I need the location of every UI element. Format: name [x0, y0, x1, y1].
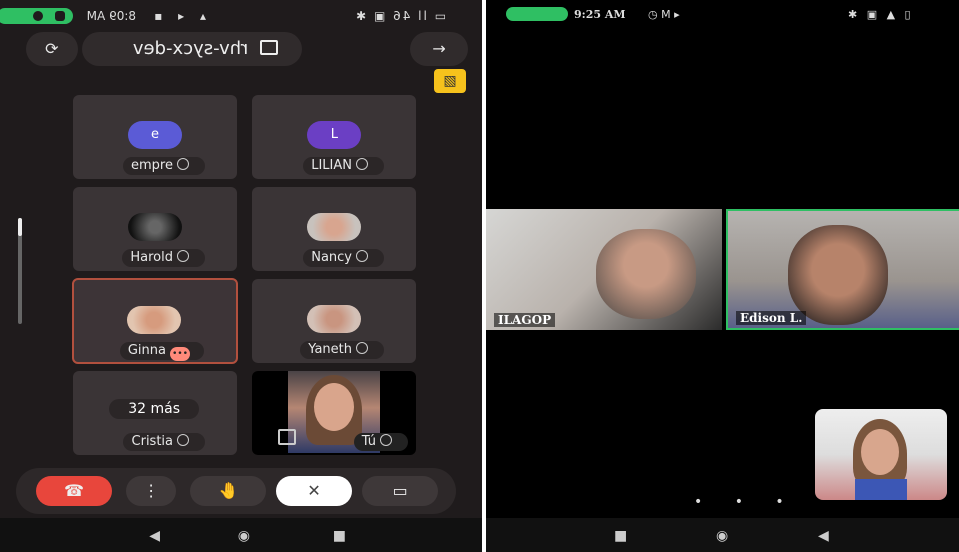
meeting-code-pill[interactable]: rhv-sycx-dev	[82, 32, 302, 66]
left-phone-screen: ▭ ll 46 ▣ ✱ ▴ ◂ ▪ 8:09 AM ⟲ ✱ rhv-sycx-d…	[0, 0, 482, 552]
back-button[interactable]: ←	[410, 32, 468, 66]
status-time: 9:25 AM	[574, 8, 626, 21]
mic-off-icon	[177, 434, 189, 446]
more-count-badge: 32 más	[109, 399, 199, 419]
participant-face	[596, 229, 696, 319]
self-video-preview[interactable]	[815, 409, 947, 500]
avatar	[307, 213, 361, 241]
nav-back-icon[interactable]: ◀	[818, 528, 829, 544]
raise-hand-button[interactable]: ✋	[190, 476, 266, 506]
right-phone-screen: 9:25 AM ◷ M ▸ ✱ ▣ ▲ ▯ ILAGOP Edison L. •…	[486, 0, 959, 552]
mic-icon	[33, 11, 43, 21]
mic-off-icon	[356, 250, 368, 262]
participant-tile[interactable]: Yaneth	[252, 279, 416, 363]
participant-tile-speaking[interactable]: ••• Ginna	[72, 278, 238, 364]
arrow-icon: ←	[432, 39, 446, 58]
participant-label: Tú	[353, 433, 408, 451]
nav-home-icon[interactable]: ◉	[716, 528, 728, 544]
participant-face	[788, 225, 888, 325]
participant-tile[interactable]: Harold	[73, 187, 237, 271]
camera-switch-icon: ⟲	[45, 39, 59, 58]
camera-off-badge[interactable]: ▨	[434, 69, 466, 93]
participant-tile[interactable]: L LILIAN	[252, 95, 416, 179]
navigation-bar: ◀ ◉ ■	[0, 518, 482, 552]
mic-off-icon	[356, 158, 368, 170]
mic-off-icon	[356, 342, 368, 354]
avatar: e	[128, 121, 182, 149]
hand-icon: ✋	[218, 481, 238, 500]
self-video-tile[interactable]: Tú	[252, 371, 416, 455]
call-indicator-pill[interactable]	[506, 7, 568, 21]
participant-video-tile[interactable]: ILAGOP	[486, 209, 722, 330]
participant-label: Nancy	[303, 249, 384, 267]
mic-off-icon	[177, 158, 189, 170]
meeting-icon	[260, 40, 278, 55]
camera-off-icon: ▨	[443, 73, 457, 89]
nav-back-icon[interactable]: ◀	[149, 528, 160, 544]
participant-label: ••• Ginna	[119, 342, 204, 361]
share-screen-button[interactable]: ▭	[362, 476, 438, 506]
participant-label: empre	[122, 157, 205, 175]
meeting-code: rhv-sycx-dev	[132, 38, 249, 59]
phone-icon: ☎	[64, 481, 84, 500]
camera-switch-button[interactable]: ⟲	[26, 32, 78, 66]
status-bar: 9:25 AM ◷ M ▸ ✱ ▣ ▲ ▯	[506, 6, 946, 24]
face	[861, 429, 899, 475]
nav-home-icon[interactable]: ◉	[238, 528, 250, 544]
more-icon: ⋮	[143, 481, 159, 500]
camera-icon	[55, 11, 65, 21]
more-participants-tile[interactable]: 32 más Cristia	[73, 371, 237, 455]
scroll-thumb[interactable]	[18, 218, 22, 236]
status-time: 8:09 AM	[86, 9, 136, 23]
call-indicator-pill[interactable]	[0, 8, 73, 24]
face	[314, 383, 354, 431]
frame-icon[interactable]	[278, 429, 296, 445]
participant-name: Edison L.	[736, 311, 807, 325]
participant-tile[interactable]: Nancy	[252, 187, 416, 271]
navigation-bar: ■ ◉ ◀	[486, 518, 959, 552]
status-bar: ▭ ll 46 ▣ ✱ ▴ ◂ ▪ 8:09 AM	[0, 6, 456, 28]
status-left-icons: ▭ ll 46 ▣ ✱	[354, 9, 446, 23]
screen-icon: ▭	[392, 481, 408, 500]
status-right-icons: ▴ ◂ ▪	[148, 9, 206, 23]
avatar	[307, 305, 361, 333]
avatar: L	[307, 121, 361, 149]
participant-label: Cristia	[123, 433, 205, 451]
nav-recent-icon[interactable]: ■	[614, 528, 627, 544]
more-options-button[interactable]: ⋮	[126, 476, 176, 506]
call-control-bar: ☎ ⋮ ✋ ✕ ▭	[16, 468, 456, 514]
speaking-icon: •••	[170, 347, 190, 361]
participant-label: Harold	[122, 249, 205, 267]
participant-label: LILIAN	[303, 157, 384, 175]
nav-recent-icon[interactable]: ■	[333, 528, 346, 544]
mic-off-icon	[380, 434, 392, 446]
participant-video-tile-speaking[interactable]: Edison L.	[726, 209, 959, 330]
participant-label: Yaneth	[300, 341, 384, 359]
mic-off-icon	[177, 250, 189, 262]
scroll-indicator[interactable]	[18, 218, 22, 324]
end-call-button[interactable]: ☎	[36, 476, 112, 506]
avatar	[128, 213, 182, 241]
status-left-icons: ◷ M ▸	[648, 8, 680, 21]
participant-tile[interactable]: e empre	[73, 95, 237, 179]
participant-name: ILAGOP	[494, 313, 556, 327]
avatar	[127, 306, 181, 334]
shirt	[855, 479, 907, 500]
page-indicator-dots: • • •	[694, 494, 798, 510]
mic-off-icon: ✕	[307, 481, 321, 500]
mute-button[interactable]: ✕	[276, 476, 352, 506]
status-right-icons: ✱ ▣ ▲ ▯	[848, 8, 914, 21]
